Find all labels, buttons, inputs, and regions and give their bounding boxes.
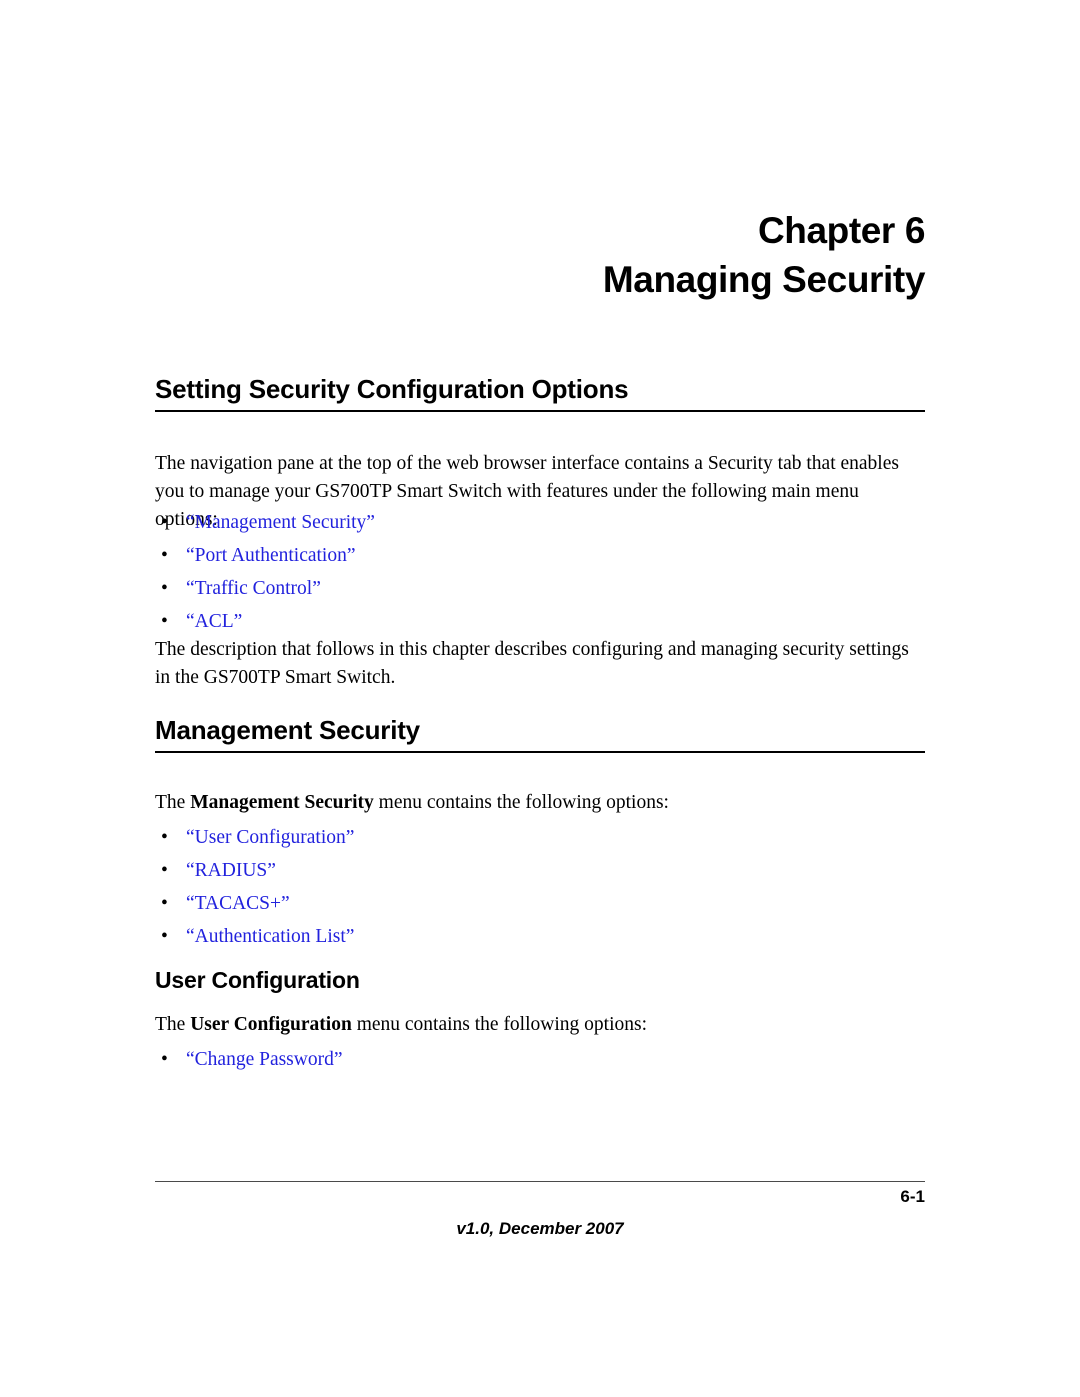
list-item: • “RADIUS”: [155, 854, 925, 887]
bullet-icon: •: [161, 578, 168, 599]
link-change-password[interactable]: “Change Password”: [186, 1049, 343, 1070]
paragraph-text-suffix: menu contains the following options:: [351, 1014, 647, 1035]
list-item: • “Port Authentication”: [155, 539, 925, 572]
list-item: • “Change Password”: [155, 1043, 925, 1076]
xref-list-management-security-options: • “User Configuration” • “RADIUS” • “TAC…: [155, 821, 925, 953]
paragraph-security-closing: The description that follows in this cha…: [155, 639, 909, 688]
bullet-icon: •: [161, 545, 168, 566]
paragraph-text-bold: Management Security: [190, 792, 374, 813]
list-item: • “Authentication List”: [155, 920, 925, 953]
bullet-icon: •: [161, 893, 168, 914]
paragraph-management-security-intro: The Management Security menu contains th…: [155, 789, 925, 817]
paragraph-text-suffix: menu contains the following options:: [373, 792, 669, 813]
chapter-number: Chapter 6: [757, 210, 925, 251]
document-version: v1.0, December 2007: [456, 1219, 624, 1238]
bullet-icon: •: [161, 926, 168, 947]
heading-setting-security-configuration-options: Setting Security Configuration Options: [155, 375, 925, 412]
chapter-name: Managing Security: [602, 258, 926, 300]
list-item: • “TACACS+”: [155, 887, 925, 920]
paragraph-text-prefix: The: [155, 792, 191, 813]
paragraph-text-bold: User Configuration: [190, 1014, 352, 1035]
bullet-icon: •: [161, 1049, 168, 1070]
heading-management-security: Management Security: [155, 716, 925, 753]
list-item: • “Management Security”: [155, 506, 925, 539]
link-management-security[interactable]: “Management Security”: [186, 512, 375, 533]
bullet-icon: •: [161, 611, 168, 632]
link-authentication-list[interactable]: “Authentication List”: [186, 926, 354, 947]
xref-list-user-configuration-options: • “Change Password”: [155, 1043, 925, 1076]
link-user-configuration[interactable]: “User Configuration”: [186, 827, 354, 848]
xref-list-security-options: • “Management Security” • “Port Authenti…: [155, 506, 925, 638]
link-port-authentication[interactable]: “Port Authentication”: [186, 545, 356, 566]
bullet-icon: •: [161, 860, 168, 881]
list-item: • “ACL”: [155, 605, 925, 638]
list-item: • “Traffic Control”: [155, 572, 925, 605]
list-item: • “User Configuration”: [155, 821, 925, 854]
link-traffic-control[interactable]: “Traffic Control”: [186, 578, 321, 599]
chapter-title: Chapter 6 Managing Security: [155, 207, 926, 305]
bullet-icon: •: [161, 512, 168, 533]
footer-divider: [155, 1181, 925, 1182]
link-tacacs-plus[interactable]: “TACACS+”: [186, 893, 290, 914]
link-radius[interactable]: “RADIUS”: [186, 860, 276, 881]
heading-user-configuration: User Configuration: [155, 967, 360, 993]
page-number: 6-1: [900, 1187, 925, 1206]
paragraph-text-prefix: The: [155, 1014, 191, 1035]
manual-page: Chapter 6 Managing Security Setting Secu…: [0, 0, 1080, 1397]
link-acl[interactable]: “ACL”: [186, 611, 242, 632]
bullet-icon: •: [161, 827, 168, 848]
paragraph-user-configuration-intro: The User Configuration menu contains the…: [155, 1011, 925, 1039]
